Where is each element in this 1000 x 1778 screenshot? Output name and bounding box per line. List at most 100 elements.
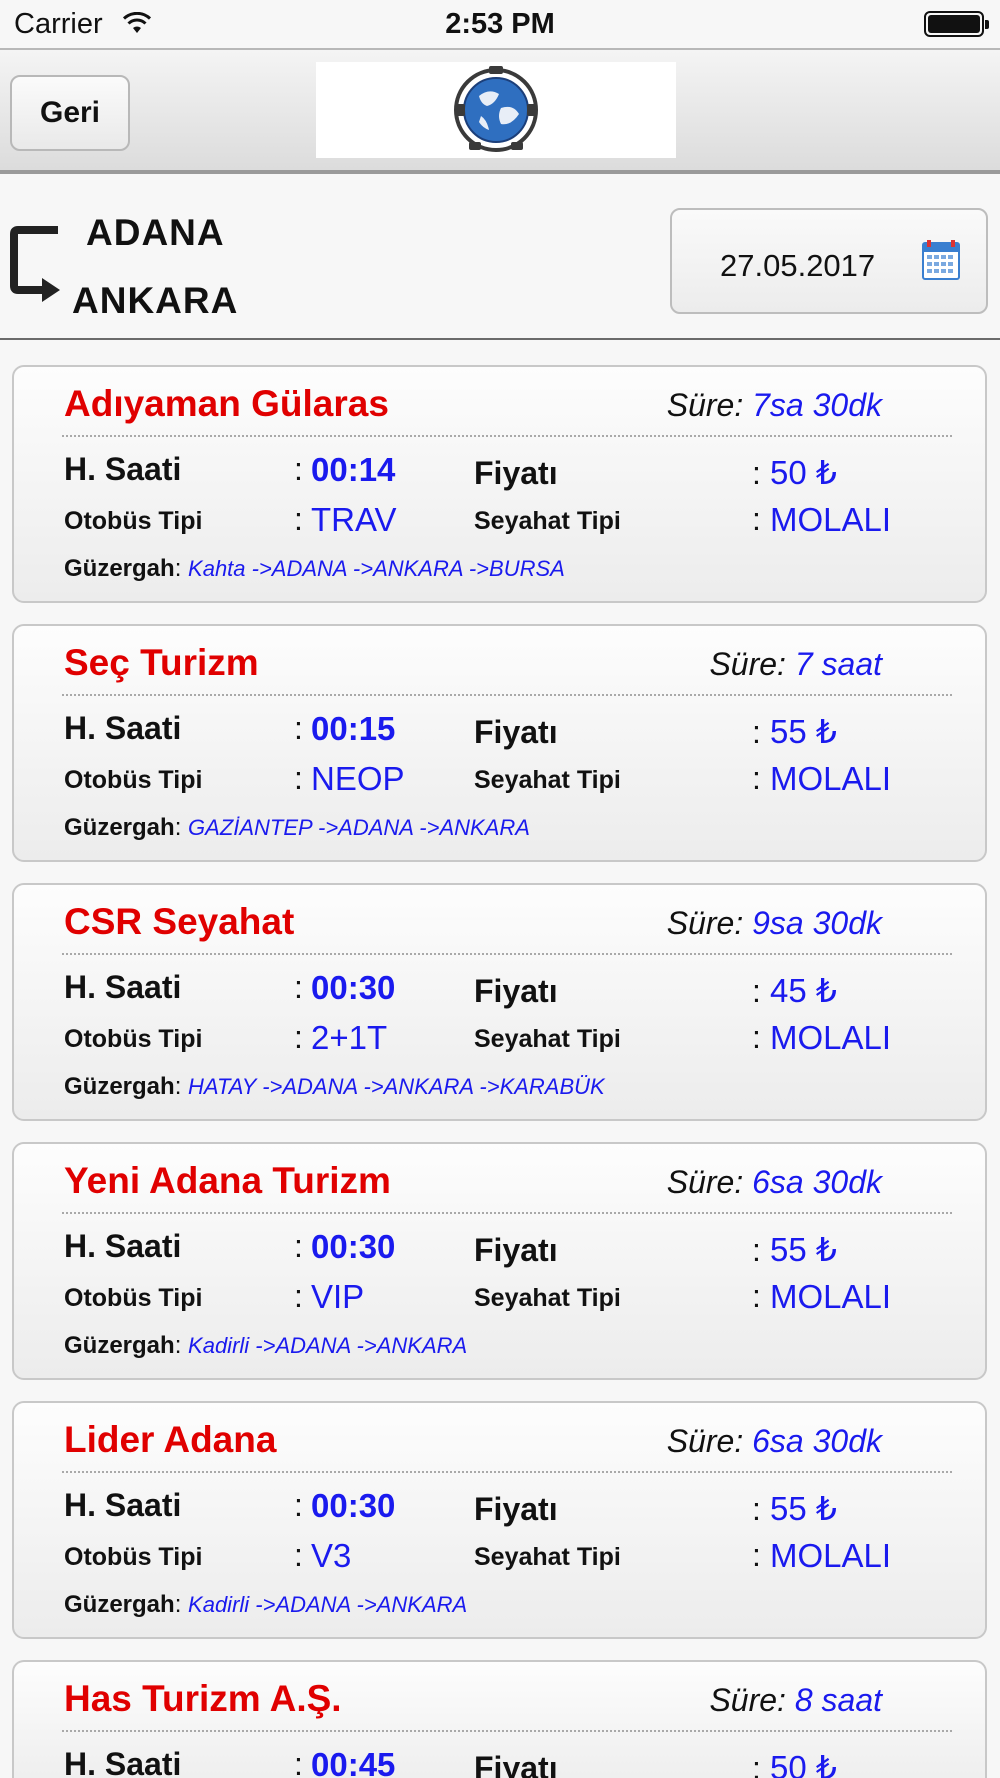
duration-label: Süre: [709, 1682, 786, 1718]
company-name: Lider Adana [64, 1419, 277, 1460]
bus-type-value: VIP [311, 1278, 365, 1315]
price-label: Fiyatı [474, 973, 558, 1009]
travel-type-value: MOLALI [770, 760, 892, 797]
divider [62, 435, 952, 437]
divider [62, 1212, 952, 1214]
route-line: Güzergah: Kahta ->ADANA ->ANKARA ->BURSA [64, 555, 565, 583]
colon: : [752, 973, 761, 1009]
duration-label: Süre: [709, 646, 786, 682]
colon: : [294, 710, 303, 746]
price-value: 55 ₺ [770, 713, 837, 750]
colon: : [294, 501, 303, 537]
colon: : [752, 1537, 761, 1573]
travel-type-value: MOLALI [770, 1278, 892, 1315]
departure-label: H. Saati [64, 451, 182, 487]
trip-card[interactable]: Adıyaman Gülaras Süre: 7sa 30dk H. Saati… [12, 365, 987, 603]
departure-time: 00:45 [311, 1746, 396, 1778]
colon: : [174, 1073, 182, 1100]
price-value: 55 ₺ [770, 1231, 837, 1268]
colon: : [294, 969, 303, 1005]
colon: : [174, 814, 182, 841]
travel-type-value: MOLALI [770, 1019, 892, 1056]
trip-card[interactable]: Seç Turizm Süre: 7 saat H. Saati : 00:15… [12, 624, 987, 862]
duration: Süre: 7 saat [709, 646, 882, 683]
duration: Süre: 7sa 30dk [667, 387, 882, 424]
travel-type-label: Seyahat Tipi [474, 766, 621, 794]
duration-value: 6sa 30dk [752, 1423, 882, 1459]
colon: : [174, 555, 182, 582]
route-line: Güzergah: Kadirli ->ADANA ->ANKARA [64, 1332, 467, 1360]
duration-value: 7sa 30dk [752, 387, 882, 423]
status-time: 2:53 PM [445, 8, 555, 40]
duration-value: 9sa 30dk [752, 905, 882, 941]
globe-logo-icon [454, 66, 538, 152]
bus-type-value: NEOP [311, 760, 405, 797]
status-bar: Carrier 2:53 PM [0, 0, 1000, 50]
trip-card[interactable]: CSR Seyahat Süre: 9sa 30dk H. Saati : 00… [12, 883, 987, 1121]
route-value: GAZİANTEP ->ADANA ->ANKARA [188, 815, 530, 840]
route-line: Güzergah: Kadirli ->ADANA ->ANKARA [64, 1591, 467, 1619]
company-name: Has Turizm A.Ş. [64, 1678, 342, 1719]
duration-label: Süre: [666, 1164, 744, 1200]
travel-type-label: Seyahat Tipi [474, 507, 621, 535]
colon: : [752, 1750, 761, 1778]
duration-value: 8 saat [794, 1682, 882, 1718]
route-label: Güzergah [64, 814, 175, 841]
colon: : [752, 1019, 761, 1055]
departure-time: 00:30 [311, 969, 396, 1006]
travel-type-label: Seyahat Tipi [474, 1284, 621, 1312]
colon: : [294, 760, 303, 796]
colon: : [752, 501, 761, 537]
departure-label: H. Saati [64, 1487, 182, 1523]
departure-time: 00:30 [311, 1487, 396, 1524]
colon: : [294, 451, 303, 487]
company-name: Adıyaman Gülaras [64, 383, 389, 424]
route-value: Kadirli ->ADANA ->ANKARA [188, 1592, 468, 1617]
route-line: Güzergah: GAZİANTEP ->ADANA ->ANKARA [64, 814, 530, 842]
colon: : [752, 760, 761, 796]
colon: : [294, 1019, 303, 1055]
trip-card[interactable]: Lider Adana Süre: 6sa 30dk H. Saati : 00… [12, 1401, 987, 1639]
route-label: Güzergah [64, 555, 175, 582]
route-label: Güzergah [64, 1073, 175, 1100]
duration: Süre: 6sa 30dk [667, 1164, 882, 1201]
divider [62, 953, 952, 955]
price-label: Fiyatı [474, 714, 558, 750]
divider [62, 1471, 952, 1473]
travel-type-value: MOLALI [770, 1537, 892, 1574]
back-button[interactable]: Geri [10, 75, 130, 151]
company-name: Seç Turizm [64, 642, 259, 683]
navigation-bar: Geri [0, 50, 1000, 174]
price-label: Fiyatı [474, 455, 558, 491]
price-value: 55 ₺ [770, 1490, 837, 1527]
duration-label: Süre: [666, 905, 744, 941]
price-value: 45 ₺ [770, 972, 837, 1009]
duration-label: Süre: [666, 387, 744, 423]
date-picker[interactable]: 27.05.2017 [670, 208, 988, 314]
duration: Süre: 9sa 30dk [667, 905, 882, 942]
price-label: Fiyatı [474, 1232, 558, 1268]
divider [62, 694, 952, 696]
trip-card[interactable]: Yeni Adana Turizm Süre: 6sa 30dk H. Saat… [12, 1142, 987, 1380]
departure-time: 00:30 [311, 1228, 396, 1265]
bus-type-label: Otobüs Tipi [64, 766, 203, 794]
duration-value: 6sa 30dk [752, 1164, 882, 1200]
departure-label: H. Saati [64, 1746, 182, 1778]
colon: : [752, 714, 761, 750]
battery-icon [924, 11, 989, 37]
colon: : [294, 1537, 303, 1573]
route-header: ADANA ANKARA 27.05.2017 [0, 174, 1000, 340]
route-line: Güzergah: HATAY ->ADANA ->ANKARA ->KARAB… [64, 1073, 605, 1101]
trip-card[interactable]: Has Turizm A.Ş. Süre: 8 saat H. Saati : … [12, 1660, 987, 1778]
departure-label: H. Saati [64, 710, 182, 746]
bus-type-label: Otobüs Tipi [64, 507, 203, 535]
colon: : [294, 1746, 303, 1778]
date-value: 27.05.2017 [720, 248, 876, 283]
route-label: Güzergah [64, 1591, 175, 1618]
divider [62, 1730, 952, 1732]
price-label: Fiyatı [474, 1750, 558, 1778]
colon: : [752, 1278, 761, 1314]
calendar-icon[interactable] [922, 240, 960, 280]
duration: Süre: 8 saat [709, 1682, 882, 1719]
price-value: 50 ₺ [770, 454, 837, 491]
